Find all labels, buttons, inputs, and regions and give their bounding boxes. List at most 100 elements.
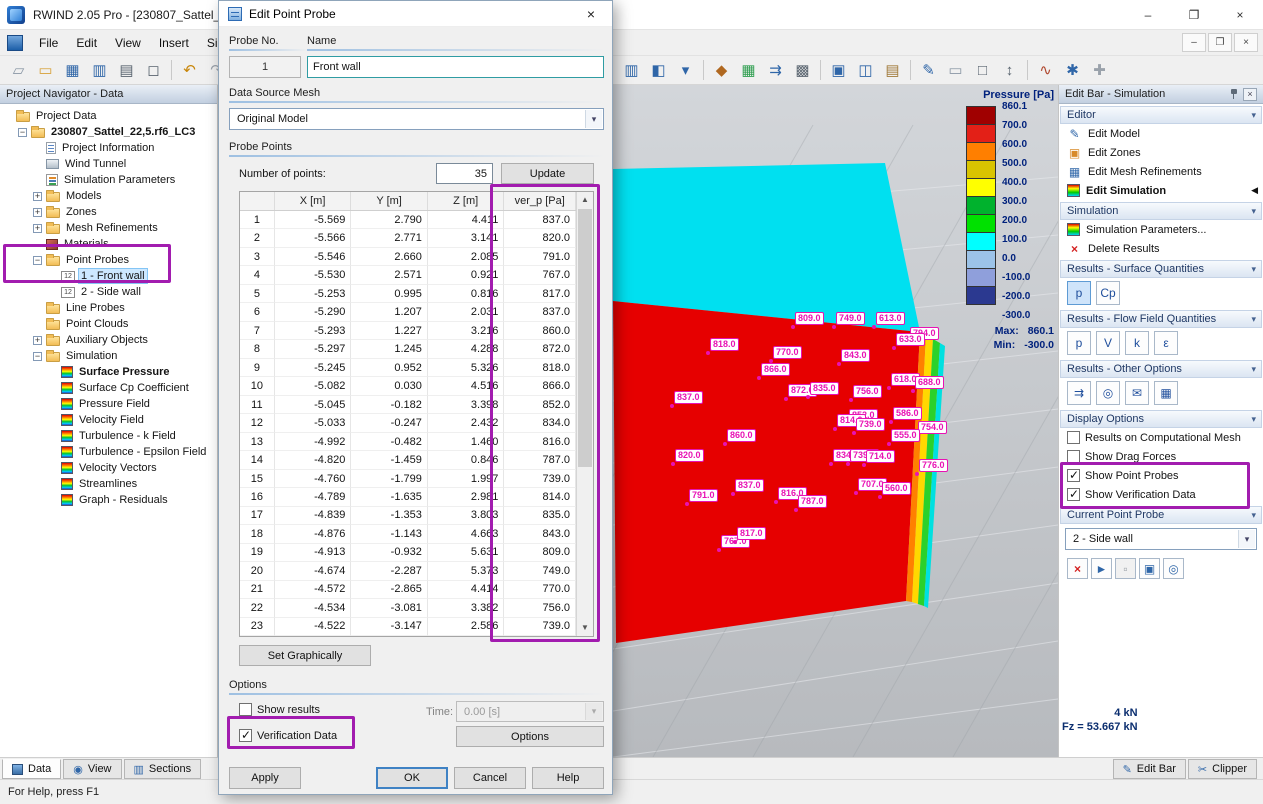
tree-item-project-information[interactable]: Project Information: [0, 140, 217, 156]
surface-pressure-button[interactable]: p: [1067, 281, 1091, 305]
view-dropdown-icon[interactable]: ▾: [673, 58, 698, 82]
navigator-panel-icon[interactable]: ▥: [619, 58, 644, 82]
table-scrollbar[interactable]: ▲ ▼: [576, 192, 593, 636]
checkbox-icon[interactable]: [1067, 431, 1080, 444]
save-icon[interactable]: ▦: [60, 58, 85, 82]
mesh-display-icon[interactable]: ▩: [790, 58, 815, 82]
table-row[interactable]: 20-4.674-2.2875.373749.0: [240, 562, 576, 580]
surface-cp-button[interactable]: Cp: [1096, 281, 1120, 305]
tree-item-models[interactable]: +Models: [0, 188, 217, 204]
scrollbar-thumb[interactable]: [578, 209, 592, 467]
expand-icon[interactable]: +: [33, 224, 42, 233]
new-file-icon[interactable]: ▱: [6, 58, 31, 82]
tree-item-velocity-field[interactable]: Velocity Field: [0, 412, 217, 428]
clipboard-icon[interactable]: ▤: [880, 58, 905, 82]
checkbox-icon[interactable]: [1067, 469, 1080, 482]
tree-item-materials[interactable]: Materials: [0, 236, 217, 252]
flow-pressure-button[interactable]: p: [1067, 331, 1091, 355]
surface-color-icon[interactable]: ▦: [736, 58, 761, 82]
cancel-button[interactable]: Cancel: [454, 767, 526, 789]
dropdown-arrow-icon[interactable]: ▾: [585, 110, 602, 128]
flow-velocity-button[interactable]: V: [1096, 331, 1120, 355]
tab-sections[interactable]: ▥ Sections: [124, 759, 202, 779]
tree-item-simulation[interactable]: −Simulation: [0, 348, 217, 364]
edit-mesh-refinements-item[interactable]: ▦ Edit Mesh Refinements: [1059, 162, 1263, 181]
dimension-icon[interactable]: ↕: [997, 58, 1022, 82]
tree-item-1-front-wall[interactable]: 121 - Front wall: [0, 268, 217, 284]
print-icon[interactable]: ▤: [114, 58, 139, 82]
table-row[interactable]: 18-4.876-1.1434.663843.0: [240, 525, 576, 543]
table-row[interactable]: 7-5.2931.2273.216860.0: [240, 322, 576, 340]
number-of-points-input[interactable]: 35: [436, 163, 493, 184]
flow-k-button[interactable]: k: [1125, 331, 1149, 355]
checkbox-results-on-computational-mesh[interactable]: Results on Computational Mesh: [1059, 428, 1263, 447]
section-other-options[interactable]: Results - Other Options ▾: [1060, 360, 1262, 378]
probe-image-icon[interactable]: ▣: [1139, 558, 1160, 579]
tab-edit-bar[interactable]: ✎ Edit Bar: [1113, 759, 1186, 779]
menu-file[interactable]: File: [30, 32, 67, 54]
tree-item-point-probes[interactable]: −Point Probes: [0, 252, 217, 268]
tree-item-surface-cp-coefficient[interactable]: Surface Cp Coefficient: [0, 380, 217, 396]
help-button[interactable]: Help: [532, 767, 604, 789]
table-row[interactable]: 5-5.2530.9950.816817.0: [240, 285, 576, 303]
section-flow-field[interactable]: Results - Flow Field Quantities ▾: [1060, 310, 1262, 328]
tree-item-simulation-parameters[interactable]: Simulation Parameters: [0, 172, 217, 188]
tree-item-line-probes[interactable]: Line Probes: [0, 300, 217, 316]
table-row[interactable]: 3-5.5462.6602.085791.0: [240, 248, 576, 266]
close-icon[interactable]: ×: [1217, 0, 1263, 30]
scroll-down-icon[interactable]: ▼: [577, 620, 593, 636]
dropdown-arrow-icon[interactable]: ▾: [1238, 530, 1255, 548]
table-row[interactable]: 17-4.839-1.3533.803835.0: [240, 507, 576, 525]
checkbox-show-verification-data[interactable]: Show Verification Data: [1059, 485, 1263, 504]
expand-icon[interactable]: +: [33, 336, 42, 345]
tab-view[interactable]: ◉ View: [63, 759, 121, 779]
save-all-icon[interactable]: ▥: [87, 58, 112, 82]
set-graphically-button[interactable]: Set Graphically: [239, 645, 371, 666]
tree-item-pressure-field[interactable]: Pressure Field: [0, 396, 217, 412]
flow-epsilon-button[interactable]: ε: [1154, 331, 1178, 355]
table-row[interactable]: 9-5.2450.9525.326818.0: [240, 359, 576, 377]
copy-image-icon[interactable]: ◫: [853, 58, 878, 82]
tab-data[interactable]: Data: [2, 759, 61, 779]
eraser-icon[interactable]: ▭: [943, 58, 968, 82]
mdi-restore-icon[interactable]: ❐: [1208, 33, 1232, 52]
table-row[interactable]: 4-5.5302.5710.921767.0: [240, 266, 576, 284]
show-results-checkbox-row[interactable]: Show results: [239, 703, 320, 716]
minimize-icon[interactable]: –: [1125, 0, 1171, 30]
tree-item-velocity-vectors[interactable]: Velocity Vectors: [0, 460, 217, 476]
menu-view[interactable]: View: [106, 32, 150, 54]
tree-item-project-data[interactable]: Project Data: [0, 108, 217, 124]
verification-data-checkbox-row[interactable]: Verification Data: [239, 729, 337, 742]
table-row[interactable]: 12-5.033-0.2472.432834.0: [240, 414, 576, 432]
undo-icon[interactable]: ↶: [177, 58, 202, 82]
tree-item-graph-residuals[interactable]: Graph - Residuals: [0, 492, 217, 508]
maximize-icon[interactable]: ❐: [1171, 0, 1217, 30]
section-surface-quantities[interactable]: Results - Surface Quantities ▾: [1060, 260, 1262, 278]
data-source-select[interactable]: Original Model ▾: [229, 108, 604, 130]
expand-icon[interactable]: +: [33, 208, 42, 217]
section-display-options[interactable]: Display Options ▾: [1060, 410, 1262, 428]
open-folder-icon[interactable]: ▭: [33, 58, 58, 82]
tree-item-streamlines[interactable]: Streamlines: [0, 476, 217, 492]
print-preview-icon[interactable]: ◻: [141, 58, 166, 82]
checkbox-icon[interactable]: [239, 729, 252, 742]
table-row[interactable]: 21-4.572-2.8654.414770.0: [240, 581, 576, 599]
streamlines-icon[interactable]: ⇉: [1067, 381, 1091, 405]
table-row[interactable]: 8-5.2971.2454.288872.0: [240, 340, 576, 358]
tree-item-turbulence-k-field[interactable]: Turbulence - k Field: [0, 428, 217, 444]
section-editor[interactable]: Editor ▾: [1060, 106, 1262, 124]
table-row[interactable]: 23-4.522-3.1472.586739.0: [240, 618, 576, 636]
box-icon[interactable]: □: [970, 58, 995, 82]
delete-probe-icon[interactable]: ×: [1067, 558, 1088, 579]
edit-simulation-item[interactable]: Edit Simulation ◀: [1059, 181, 1263, 200]
snapshot-icon[interactable]: ▣: [826, 58, 851, 82]
update-button[interactable]: Update: [501, 163, 594, 184]
collapse-icon[interactable]: −: [18, 128, 27, 137]
probe-target-icon[interactable]: ◎: [1163, 558, 1184, 579]
tree-item-turbulence-epsilon-field[interactable]: Turbulence - Epsilon Field: [0, 444, 217, 460]
menu-edit[interactable]: Edit: [67, 32, 106, 54]
save-probe-icon[interactable]: ▫: [1115, 558, 1136, 579]
tree-item-230807-sattel-22-5-rf6-lc3[interactable]: −230807_Sattel_22,5.rf6_LC3: [0, 124, 217, 140]
name-input[interactable]: Front wall: [307, 56, 604, 78]
collapse-icon[interactable]: −: [33, 352, 42, 361]
